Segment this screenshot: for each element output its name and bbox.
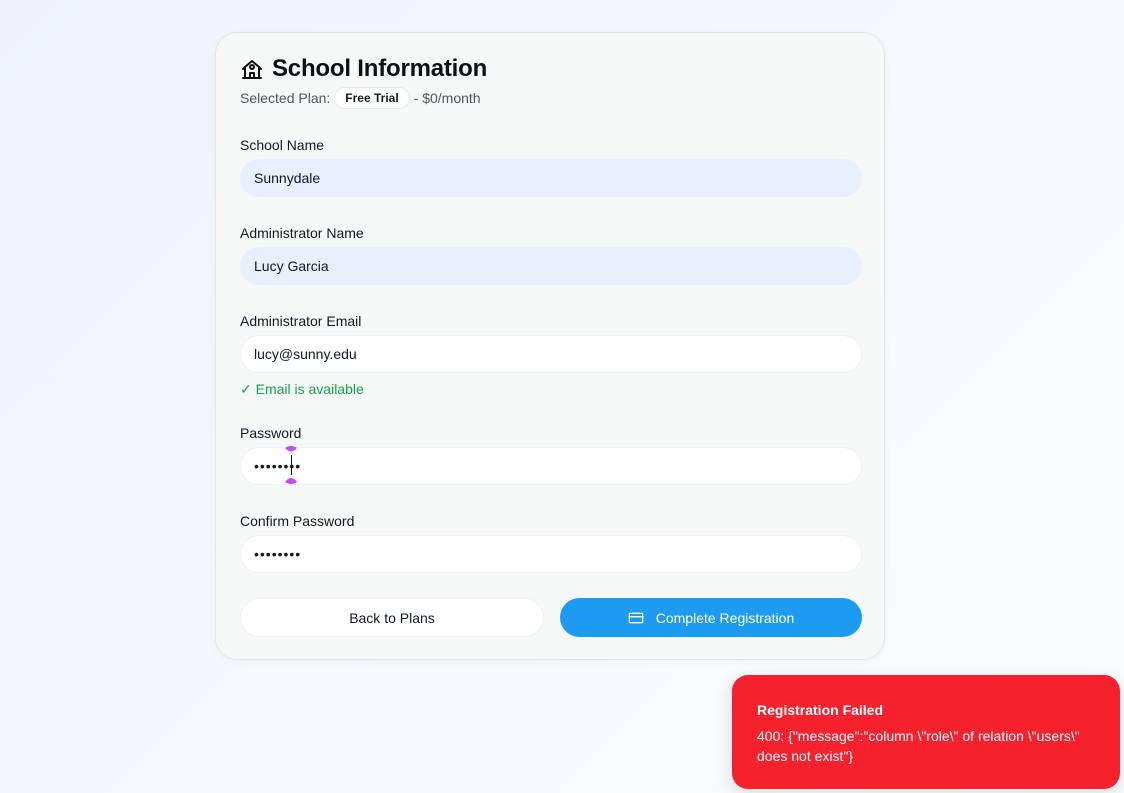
admin-email-label: Administrator Email — [240, 313, 362, 329]
form-actions: Back to Plans Complete Registration — [240, 598, 862, 637]
selected-plan-line: Selected Plan: Free Trial - $0/month — [240, 87, 481, 109]
credit-card-icon — [628, 610, 644, 626]
confirm-password-input[interactable]: •••••••• — [240, 535, 862, 573]
plan-badge: Free Trial — [334, 87, 410, 109]
school-icon — [240, 57, 264, 81]
admin-email-input[interactable]: lucy@sunny.edu — [240, 335, 862, 373]
confirm-password-group: Confirm Password •••••••• — [240, 513, 862, 573]
email-available-status: ✓ Email is available — [240, 381, 364, 397]
error-toast[interactable]: Registration Failed 400: {"message":"col… — [732, 675, 1120, 789]
school-name-value: Sunnydale — [254, 170, 321, 186]
back-to-plans-button[interactable]: Back to Plans — [240, 598, 544, 637]
admin-name-input[interactable]: Lucy Garcia — [240, 247, 862, 285]
plan-price: - $0/month — [413, 90, 481, 106]
complete-registration-label: Complete Registration — [655, 609, 795, 626]
plan-prefix: Selected Plan: — [240, 90, 331, 106]
admin-name-label: Administrator Name — [240, 225, 364, 241]
text-cursor-top-icon — [285, 446, 297, 452]
confirm-password-value: •••••••• — [254, 546, 302, 562]
school-name-label: School Name — [240, 137, 325, 153]
admin-name-group: Administrator Name Lucy Garcia — [240, 225, 862, 285]
complete-registration-button[interactable]: Complete Registration — [560, 598, 862, 637]
school-name-group: School Name Sunnydale — [240, 137, 862, 197]
confirm-password-label: Confirm Password — [240, 513, 355, 529]
admin-email-group: Administrator Email lucy@sunny.edu ✓ Ema… — [240, 313, 862, 398]
password-label: Password — [240, 425, 302, 441]
admin-email-value: lucy@sunny.edu — [254, 346, 357, 362]
page-title: School Information — [272, 55, 488, 82]
text-cursor-line — [291, 455, 292, 475]
toast-title: Registration Failed — [757, 702, 884, 718]
card-header: School Information — [240, 55, 487, 83]
password-group: Password •••••••• — [240, 425, 862, 485]
toast-message: 400: {"message":"column \"role\" of rela… — [757, 728, 1080, 764]
password-value: •••••••• — [254, 458, 302, 474]
registration-card: School Information Selected Plan: Free T… — [215, 32, 885, 660]
text-cursor-bottom-icon — [285, 478, 297, 484]
school-name-input[interactable]: Sunnydale — [240, 159, 862, 197]
password-input[interactable]: •••••••• — [240, 447, 862, 485]
admin-name-value: Lucy Garcia — [254, 258, 329, 274]
